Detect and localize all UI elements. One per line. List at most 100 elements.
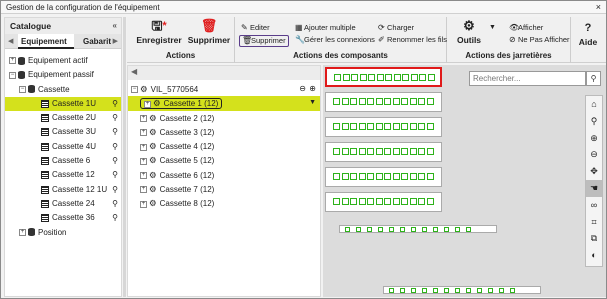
collapse-icon[interactable]: − <box>19 85 26 93</box>
port[interactable] <box>433 226 438 232</box>
port[interactable] <box>389 287 394 293</box>
port[interactable] <box>409 148 417 155</box>
port[interactable] <box>345 226 350 232</box>
port[interactable] <box>375 198 383 205</box>
panel-splitter[interactable] <box>123 17 126 297</box>
expand-icon[interactable]: + <box>140 157 147 165</box>
port[interactable] <box>351 74 358 81</box>
expand-icon[interactable]: + <box>140 186 147 194</box>
cassette-panel[interactable] <box>325 92 442 112</box>
cassette-tree-item[interactable]: + ⚙ Cassette 8 (12) <box>128 196 320 210</box>
tab-scroll-right-icon[interactable]: ▶ <box>113 34 118 49</box>
port[interactable] <box>401 198 408 205</box>
catalogue-item[interactable]: + Position <box>5 226 121 240</box>
catalogue-item[interactable]: Cassette 4U ⚲ <box>5 140 121 154</box>
port[interactable] <box>341 148 349 155</box>
catalogue-item[interactable]: Cassette 3U ⚲ <box>5 125 121 139</box>
port[interactable] <box>358 173 366 180</box>
save-button[interactable]: 🖫* Enregistrer <box>131 19 187 46</box>
port[interactable] <box>392 173 400 180</box>
crop-icon[interactable]: ⌗ <box>586 214 602 231</box>
catalogue-item[interactable]: Cassette 24 ⚲ <box>5 197 121 211</box>
cassette-panel[interactable] <box>325 167 442 187</box>
port[interactable] <box>418 198 425 205</box>
show-button[interactable]: 👁Afficher <box>509 23 543 33</box>
collapse-icon[interactable]: « <box>113 18 117 34</box>
tab-scroll-left-icon[interactable]: ◀ <box>8 34 13 49</box>
cassette-panel[interactable] <box>325 117 442 137</box>
port-strip[interactable] <box>383 286 541 294</box>
port[interactable] <box>433 287 438 293</box>
port[interactable] <box>375 123 383 130</box>
tree-root[interactable]: − ⚙ VIL_5770564 ⊖ ⊕ <box>128 82 320 96</box>
port[interactable] <box>409 173 417 180</box>
port[interactable] <box>341 123 349 130</box>
port-strip[interactable] <box>339 225 497 233</box>
search-icon[interactable]: ⚲ <box>112 111 118 125</box>
port[interactable] <box>426 148 434 155</box>
expand-icon[interactable]: + <box>140 200 147 208</box>
tools-dropdown-icon[interactable]: ▼ <box>489 23 496 33</box>
cassette-tree-item[interactable]: + ⚙ Cassette 1 (12) ▼ <box>128 96 320 111</box>
delete-button[interactable]: 🗑 Supprimer <box>185 19 233 46</box>
catalogue-item[interactable]: Cassette 6 ⚲ <box>5 154 121 168</box>
tab-gabarit[interactable]: Gabarit <box>83 34 111 49</box>
pan-hand-icon[interactable]: ☚ <box>586 179 602 197</box>
expand-icon[interactable]: + <box>140 172 147 180</box>
port[interactable] <box>418 123 425 130</box>
catalogue-item[interactable]: Cassette 12 ⚲ <box>5 168 121 182</box>
port[interactable] <box>375 148 383 155</box>
edit-button[interactable]: ✎ Editer <box>241 23 270 33</box>
port[interactable] <box>419 74 426 81</box>
search-icon[interactable]: ⚲ <box>112 125 118 139</box>
port[interactable] <box>385 74 392 81</box>
cassette-tree-item[interactable]: + ⚙ Cassette 2 (12) <box>128 111 320 125</box>
port[interactable] <box>401 173 408 180</box>
port[interactable] <box>375 173 383 180</box>
port[interactable] <box>401 98 408 105</box>
port[interactable] <box>393 74 401 81</box>
port[interactable] <box>367 98 374 105</box>
search-icon[interactable]: ⚲ <box>112 168 118 182</box>
cassette-tree-item[interactable]: + ⚙ Cassette 7 (12) <box>128 182 320 196</box>
zoom-in-icon[interactable]: ⊕ <box>586 130 602 147</box>
help-button[interactable]: ? Aide <box>571 21 605 47</box>
port[interactable] <box>350 173 357 180</box>
port[interactable] <box>455 287 460 293</box>
search-icon[interactable]: ⚲ <box>112 211 118 225</box>
collapse-left-icon[interactable]: ◀ <box>131 67 137 76</box>
port[interactable] <box>367 226 372 232</box>
expand-icon[interactable]: + <box>140 129 147 137</box>
port[interactable] <box>418 173 425 180</box>
port[interactable] <box>333 148 340 155</box>
port[interactable] <box>350 198 357 205</box>
zoom-out-icon[interactable]: ⊖ <box>586 146 602 163</box>
search-icon[interactable]: ⚲ <box>112 197 118 211</box>
port[interactable] <box>444 226 449 232</box>
port[interactable] <box>409 123 417 130</box>
port[interactable] <box>418 98 425 105</box>
port[interactable] <box>400 287 405 293</box>
cassette-panel[interactable] <box>325 67 442 87</box>
catalogue-item[interactable]: − Cassette <box>5 83 121 97</box>
port[interactable] <box>466 226 471 232</box>
port[interactable] <box>411 287 416 293</box>
link-icon[interactable]: ∞ <box>586 197 602 214</box>
search-icon[interactable]: ⚲ <box>112 140 118 154</box>
expand-icon[interactable]: + <box>144 100 151 108</box>
circle-plus-icon[interactable]: ⊕ <box>309 82 316 96</box>
port[interactable] <box>401 148 408 155</box>
manage-connections-button[interactable]: 🔧Gérer les connexions <box>295 35 375 45</box>
port[interactable] <box>510 287 515 293</box>
port[interactable] <box>409 98 417 105</box>
port[interactable] <box>333 198 340 205</box>
port[interactable] <box>392 148 400 155</box>
port[interactable] <box>426 198 434 205</box>
port[interactable] <box>402 74 409 81</box>
expand-icon[interactable]: + <box>140 143 147 151</box>
search-icon[interactable]: ⚲ <box>112 97 118 111</box>
port[interactable] <box>376 74 384 81</box>
cassette-tree-item[interactable]: + ⚙ Cassette 4 (12) <box>128 139 320 153</box>
port[interactable] <box>367 148 374 155</box>
search-icon[interactable]: ⚲ <box>586 71 601 86</box>
